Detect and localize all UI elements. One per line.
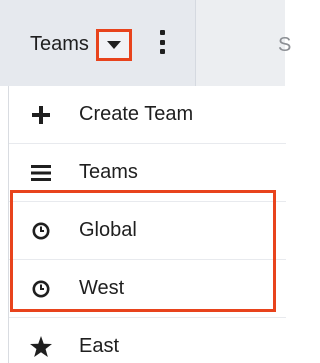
menu-item-teams[interactable]: Teams bbox=[9, 144, 286, 202]
next-tab-label[interactable]: S bbox=[278, 34, 291, 57]
clock-icon bbox=[29, 219, 53, 243]
plus-icon bbox=[29, 103, 53, 127]
menu-item-label: Global bbox=[79, 219, 137, 241]
more-actions-icon[interactable] bbox=[158, 30, 166, 54]
top-navigation-bar: Teams S bbox=[0, 0, 291, 86]
menu-item-global[interactable]: Global bbox=[9, 202, 286, 260]
list-icon bbox=[29, 161, 53, 185]
menu-item-east[interactable]: East bbox=[9, 318, 286, 363]
menu-item-label: East bbox=[79, 335, 120, 357]
star-icon bbox=[29, 335, 53, 359]
menu-item-west[interactable]: West bbox=[9, 260, 286, 318]
menu-item-create-team[interactable]: Create Team bbox=[9, 86, 286, 144]
teams-dropdown-toggle[interactable] bbox=[96, 29, 132, 61]
teams-dropdown-menu: Create Team Teams Global West East bbox=[8, 86, 286, 363]
menu-item-label: Teams bbox=[79, 161, 138, 183]
caret-down-icon bbox=[107, 41, 121, 49]
teams-tab-label[interactable]: Teams bbox=[30, 33, 89, 56]
teams-tab[interactable]: Teams bbox=[0, 0, 195, 86]
menu-item-label: West bbox=[79, 277, 125, 299]
clock-icon bbox=[29, 277, 53, 301]
menu-item-label: Create Team bbox=[79, 103, 194, 125]
tab-divider bbox=[195, 0, 196, 86]
